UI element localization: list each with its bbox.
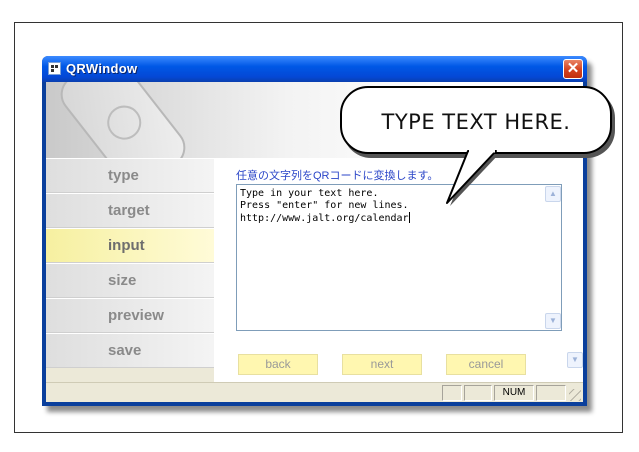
qr-app-icon[interactable]	[48, 62, 61, 75]
scroll-down-icon[interactable]: ▼	[545, 313, 561, 329]
speech-bubble-callout: TYPE TEXT HERE.	[340, 86, 612, 154]
instruction-text: 任意の文字列をQRコードに変換します。	[236, 170, 439, 182]
next-button[interactable]: next	[342, 354, 422, 375]
text-caret	[408, 212, 410, 223]
text-input-area[interactable]: Type in your text here. Press "enter" fo…	[236, 184, 562, 331]
window-scroll-down-icon[interactable]: ▼	[567, 352, 583, 368]
close-icon: ✕	[566, 60, 580, 77]
title-bar[interactable]: QRWindow ✕	[42, 56, 587, 82]
sidebar-item-target[interactable]: target	[46, 193, 214, 228]
wizard-step-sidebar: type target input size preview save	[46, 158, 214, 398]
sidebar-item-save[interactable]: save	[46, 333, 214, 368]
status-pane-num: NUM	[494, 385, 534, 401]
status-bar: NUM	[46, 382, 583, 402]
cancel-button[interactable]: cancel	[446, 354, 526, 375]
back-button[interactable]: back	[238, 354, 318, 375]
sidebar-item-type[interactable]: type	[46, 158, 214, 193]
scroll-up-icon[interactable]: ▲	[545, 186, 561, 202]
sidebar-item-preview[interactable]: preview	[46, 298, 214, 333]
text-line-3: http://www.jalt.org/calendar	[240, 213, 409, 224]
text-line-2: Press "enter" for new lines.	[240, 200, 409, 211]
status-pane-2	[464, 385, 492, 401]
callout-text: TYPE TEXT HERE.	[381, 110, 571, 134]
mobile-phone-graphic	[52, 82, 194, 158]
sidebar-item-size[interactable]: size	[46, 263, 214, 298]
status-pane-4	[536, 385, 566, 401]
text-line-1: Type in your text here.	[240, 188, 379, 199]
status-pane-1	[442, 385, 462, 401]
window-title: QRWindow	[66, 61, 138, 76]
resize-grip-icon[interactable]	[569, 389, 581, 401]
text-input-content[interactable]: Type in your text here. Press "enter" fo…	[240, 188, 540, 225]
main-panel: 任意の文字列をQRコードに変換します。 Type in your text he…	[214, 158, 583, 398]
close-button[interactable]: ✕	[563, 59, 583, 79]
textarea-scrollbar[interactable]: ▲ ▼	[545, 185, 561, 330]
sidebar-item-input[interactable]: input	[46, 228, 214, 263]
